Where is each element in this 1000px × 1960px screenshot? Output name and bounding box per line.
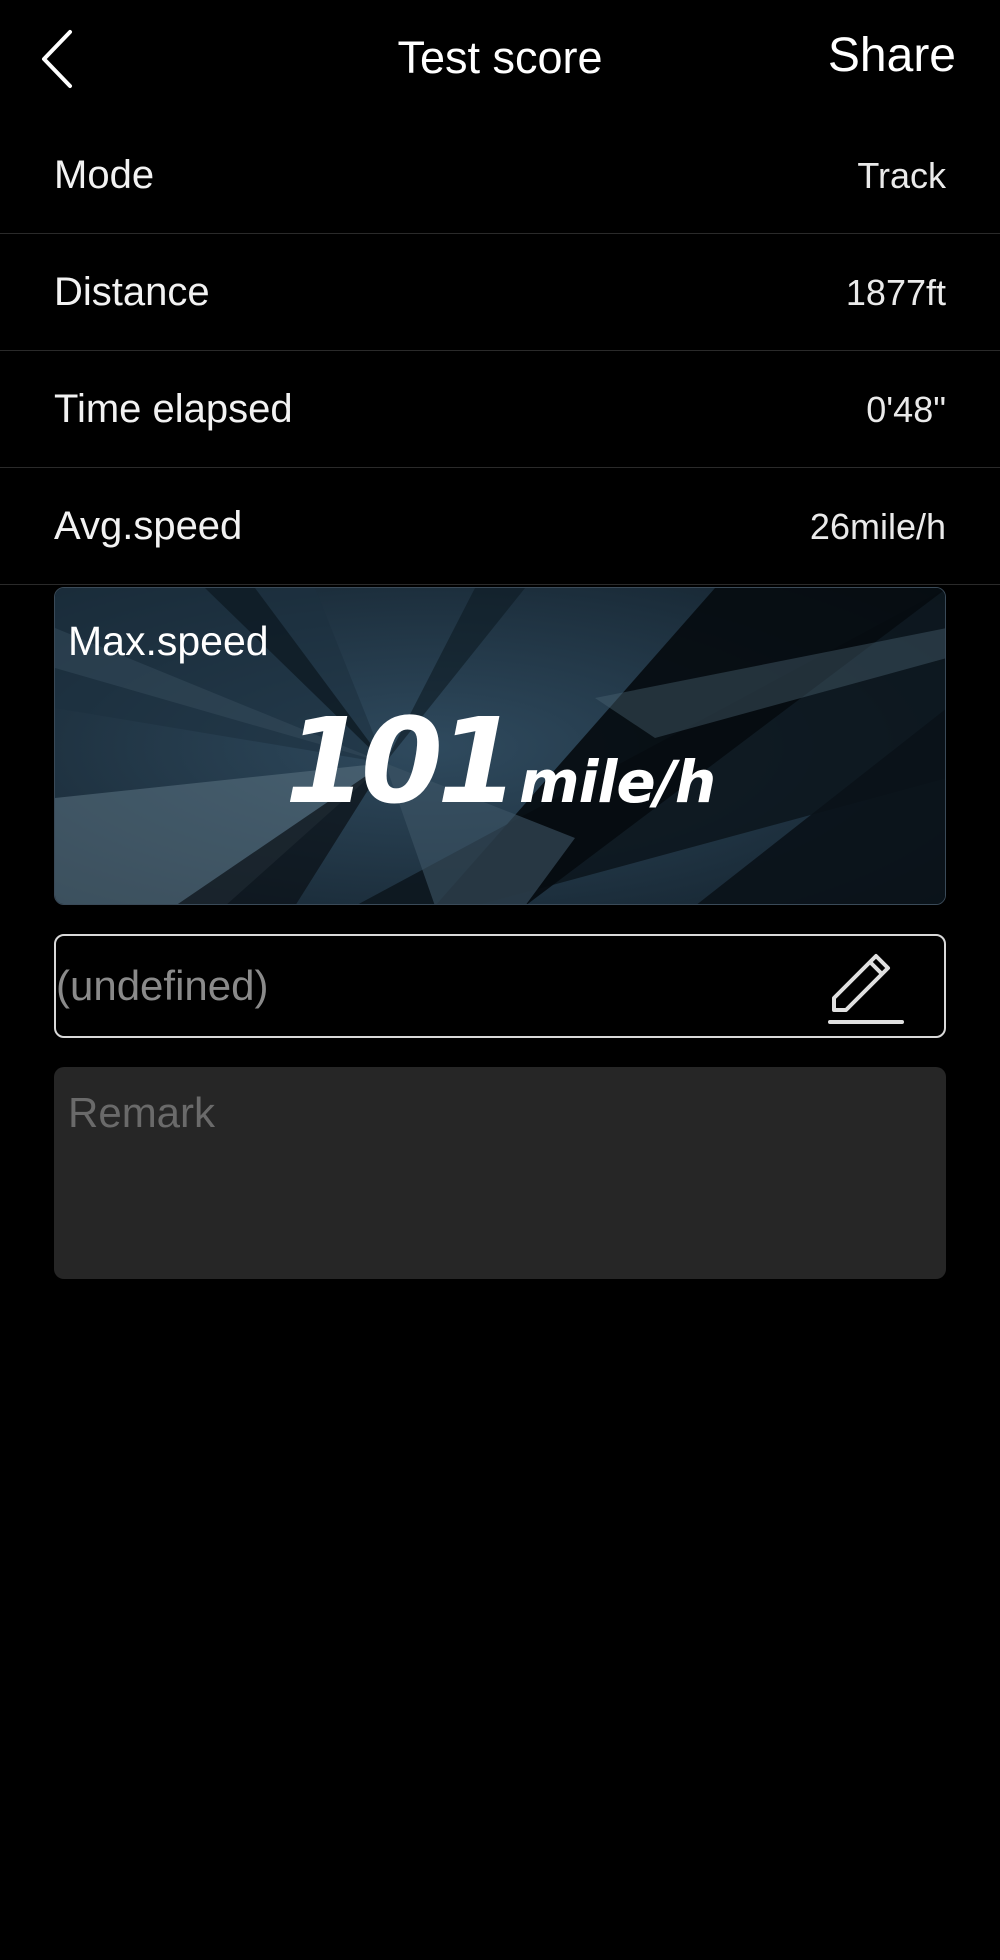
stat-label: Mode	[54, 153, 155, 197]
stat-row-mode: Mode Track	[0, 117, 1000, 234]
test-name-field	[54, 934, 946, 1038]
pencil-icon	[828, 954, 904, 1024]
stat-value: 0'48"	[866, 389, 946, 430]
test-name-input[interactable]	[56, 936, 836, 1036]
stat-row-time-elapsed: Time elapsed 0'48"	[0, 351, 1000, 468]
share-button[interactable]: Share	[828, 26, 956, 86]
stat-label: Avg.speed	[54, 504, 243, 548]
stat-row-avg-speed: Avg.speed 26mile/h	[0, 468, 1000, 585]
remark-input[interactable]	[54, 1067, 946, 1279]
stat-value: 26mile/h	[809, 506, 946, 547]
header-bar: Test score Share	[0, 0, 1000, 117]
stat-label: Distance	[54, 270, 210, 314]
stat-value: 1877ft	[845, 272, 946, 313]
max-speed-readout: 101 mile/h	[55, 692, 945, 830]
edit-name-button[interactable]	[826, 946, 906, 1030]
max-speed-unit: mile/h	[519, 748, 716, 816]
stats-list: Mode Track Distance 1877ft Time elapsed …	[0, 117, 1000, 585]
max-speed-label: Max.speed	[68, 618, 269, 664]
max-speed-card: Max.speed 101 mile/h	[54, 587, 946, 905]
stat-row-distance: Distance 1877ft	[0, 234, 1000, 351]
remark-box	[54, 1067, 946, 1279]
stat-label: Time elapsed	[54, 387, 293, 431]
max-speed-value: 101	[284, 692, 519, 830]
stat-value: Track	[857, 155, 946, 196]
